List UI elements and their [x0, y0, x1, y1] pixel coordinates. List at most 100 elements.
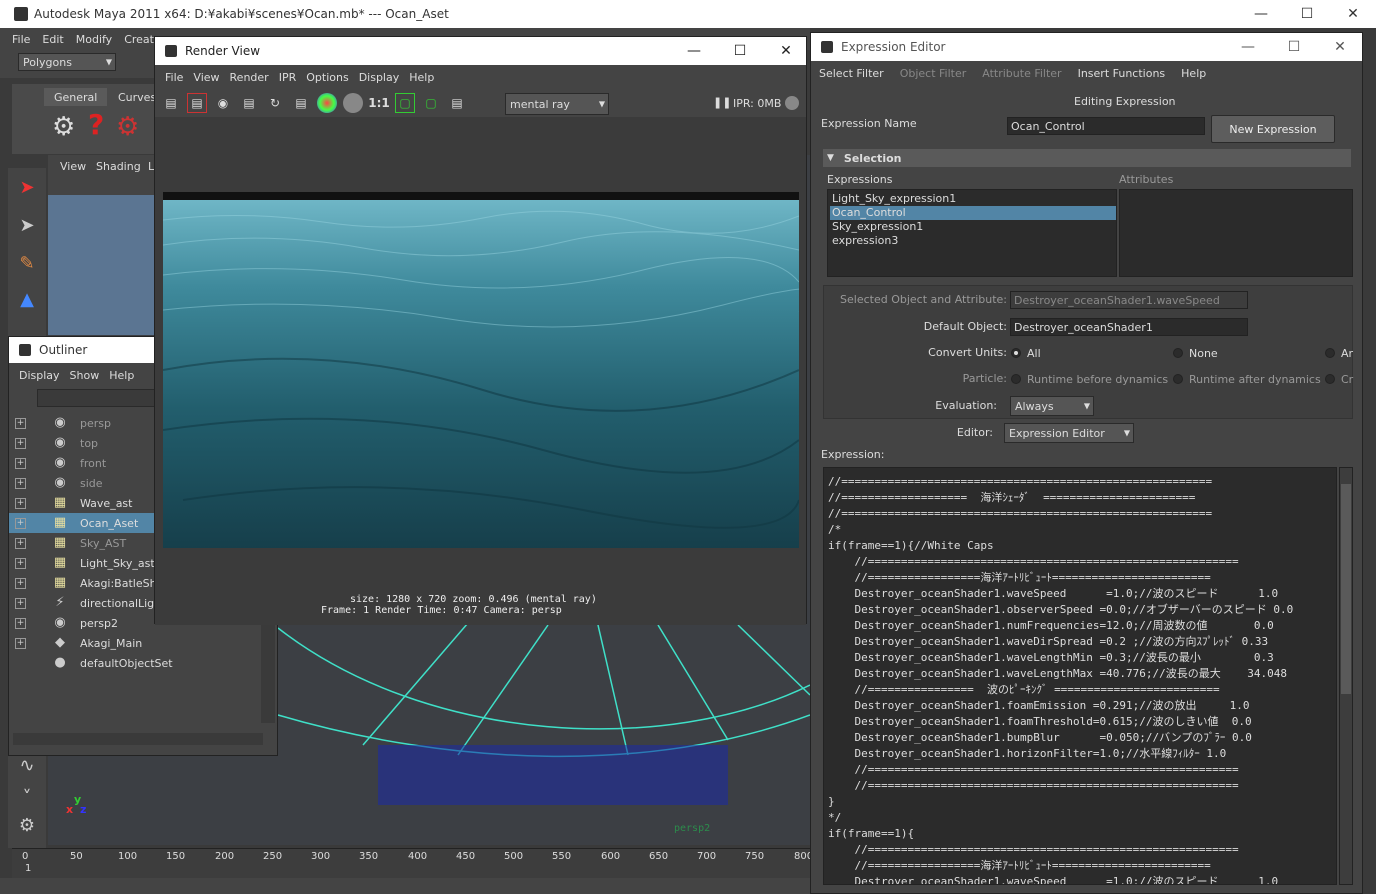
menu-create[interactable]: Creat	[124, 33, 154, 46]
new-expression-button[interactable]: New Expression	[1211, 115, 1335, 143]
pause-ipr-icon[interactable]: ❚❚	[713, 96, 731, 109]
axis-x-label: x	[66, 803, 74, 816]
render-view-title-bar: Render View — ☐ ✕	[155, 37, 806, 65]
ee-menu-select-filter[interactable]: Select Filter	[819, 67, 884, 80]
creation-radio[interactable]	[1325, 374, 1335, 384]
close-icon[interactable]: ✕	[1330, 0, 1376, 28]
minimize-icon[interactable]: —	[671, 37, 717, 65]
mode-dropdown[interactable]: Polygons ▼	[18, 53, 116, 71]
lasso-tool-icon[interactable]: ➤	[12, 210, 42, 240]
ee-menu-attribute-filter[interactable]: Attribute Filter	[982, 67, 1061, 80]
viewport-menu-shading[interactable]: Shading	[96, 160, 141, 173]
minimize-icon[interactable]: —	[1225, 33, 1271, 61]
menu-file[interactable]: File	[12, 33, 30, 46]
alpha-channel-icon[interactable]	[343, 93, 363, 113]
scrollbar-thumb[interactable]	[1341, 484, 1351, 694]
maximize-icon[interactable]: ☐	[717, 37, 763, 65]
viewport-menu-view[interactable]: View	[60, 160, 86, 173]
expand-icon[interactable]: +	[15, 417, 26, 429]
time-slider[interactable]: 0 50 100 150 200 250 300 350 400 450 500…	[12, 848, 813, 878]
paint-tool-icon[interactable]: ✎	[12, 248, 42, 278]
outliner-item-label: persp	[80, 416, 111, 430]
render-info-frame: Frame: 1 Render Time: 0:47 Camera: persp	[321, 605, 562, 616]
menu-edit[interactable]: Edit	[42, 33, 63, 46]
real-size-button[interactable]: 1:1	[368, 93, 390, 113]
expand-icon[interactable]: +	[15, 497, 26, 509]
outliner-item[interactable]: ● defaultObjectSet	[9, 653, 267, 673]
maximize-icon[interactable]: ☐	[1284, 0, 1330, 28]
ee-menu-help[interactable]: Help	[1181, 67, 1206, 80]
outliner-menu-show[interactable]: Show	[70, 369, 100, 382]
ipr-render-icon[interactable]: ▤	[239, 93, 259, 113]
default-object-field[interactable]: Destroyer_oceanShader1	[1010, 318, 1248, 336]
rv-menu-render[interactable]: Render	[230, 71, 269, 84]
attributes-list[interactable]	[1119, 189, 1353, 277]
expand-icon[interactable]: +	[15, 577, 26, 589]
expression-list-item-selected[interactable]: Ocan_Control	[830, 206, 1116, 220]
expand-icon[interactable]: +	[15, 557, 26, 569]
expression-list-item[interactable]: Light_Sky_expression1	[830, 192, 1116, 206]
help-icon[interactable]: ?	[88, 108, 104, 141]
outliner-item[interactable]: + ◆ Akagi_Main	[9, 633, 267, 653]
rv-menu-view[interactable]: View	[193, 71, 219, 84]
rv-menu-help[interactable]: Help	[409, 71, 434, 84]
select-tool-icon[interactable]: ➤	[12, 172, 42, 202]
shelf-tab-general[interactable]: General	[44, 88, 108, 106]
convert-units-all-radio[interactable]	[1011, 348, 1021, 358]
film-reel-icon[interactable]: ⚙	[52, 112, 75, 142]
convert-units-angular-radio[interactable]	[1325, 348, 1335, 358]
hypershade-icon[interactable]: ⚙	[12, 810, 42, 840]
outliner-filter-input[interactable]	[37, 389, 157, 407]
camera-label: persp2	[674, 823, 711, 834]
snapshot-icon[interactable]: ◉	[213, 93, 233, 113]
evaluation-dropdown[interactable]: Always ▼	[1010, 396, 1094, 416]
expression-list-item[interactable]: expression3	[830, 234, 1116, 248]
keep-image-icon[interactable]: ▢	[395, 93, 415, 113]
rv-menu-file[interactable]: File	[165, 71, 183, 84]
remove-image-icon[interactable]: ▢	[421, 93, 441, 113]
expand-icon[interactable]: +	[15, 517, 26, 529]
close-icon[interactable]: ✕	[763, 37, 809, 65]
ee-menu-object-filter[interactable]: Object Filter	[900, 67, 967, 80]
ee-menu-insert-functions[interactable]: Insert Functions	[1078, 67, 1166, 80]
refresh-icon[interactable]: ↻	[265, 93, 285, 113]
rv-menu-ipr[interactable]: IPR	[279, 71, 297, 84]
expand-icon[interactable]: +	[15, 617, 26, 629]
renderer-dropdown[interactable]: mental ray ▼	[505, 93, 609, 115]
convert-units-none-radio[interactable]	[1173, 348, 1183, 358]
render-view-canvas[interactable]: size: 1280 x 720 zoom: 0.496 (mental ray…	[155, 117, 806, 625]
maximize-icon[interactable]: ☐	[1271, 33, 1317, 61]
expand-icon[interactable]: +	[15, 437, 26, 449]
render-sequence-icon[interactable]: ▤	[291, 93, 311, 113]
timeline-tick: 100	[118, 851, 138, 862]
main-window-title: Autodesk Maya 2011 x64: D:¥akabi¥scenes¥…	[34, 7, 449, 21]
menu-modify[interactable]: Modify	[76, 33, 112, 46]
rgb-channels-icon[interactable]	[317, 93, 337, 113]
expression-list-item[interactable]: Sky_expression1	[830, 220, 1116, 234]
runtime-before-radio[interactable]	[1011, 374, 1021, 384]
expression-name-input[interactable]: Ocan_Control	[1007, 117, 1205, 135]
editor-dropdown[interactable]: Expression Editor ▼	[1004, 423, 1134, 443]
expand-icon[interactable]: +	[15, 537, 26, 549]
rv-menu-display[interactable]: Display	[359, 71, 400, 84]
expand-icon[interactable]: +	[15, 477, 26, 489]
minimize-icon[interactable]: —	[1238, 0, 1284, 28]
outliner-horizontal-scrollbar[interactable]	[13, 733, 263, 745]
close-icon[interactable]: ✕	[1317, 33, 1363, 61]
move-tool-icon[interactable]: ▲	[12, 284, 42, 314]
expand-icon[interactable]: +	[15, 597, 26, 609]
render-frame-icon[interactable]: ▤	[161, 93, 181, 113]
rv-menu-options[interactable]: Options	[306, 71, 348, 84]
render-settings-icon[interactable]: ⚙	[116, 112, 139, 142]
expression-code-editor[interactable]: //======================================…	[823, 467, 1337, 885]
runtime-after-radio[interactable]	[1173, 374, 1183, 384]
code-vertical-scrollbar[interactable]	[1339, 467, 1353, 885]
expand-icon[interactable]: +	[15, 457, 26, 469]
chevron-down-icon[interactable]: ˅	[12, 782, 42, 812]
selection-section-header[interactable]: ▼ Selection	[823, 149, 1351, 167]
outliner-menu-help[interactable]: Help	[109, 369, 134, 382]
render-settings-icon[interactable]: ▤	[447, 93, 467, 113]
expand-icon[interactable]: +	[15, 637, 26, 649]
render-region-icon[interactable]: ▤	[187, 93, 207, 113]
outliner-menu-display[interactable]: Display	[19, 369, 60, 382]
